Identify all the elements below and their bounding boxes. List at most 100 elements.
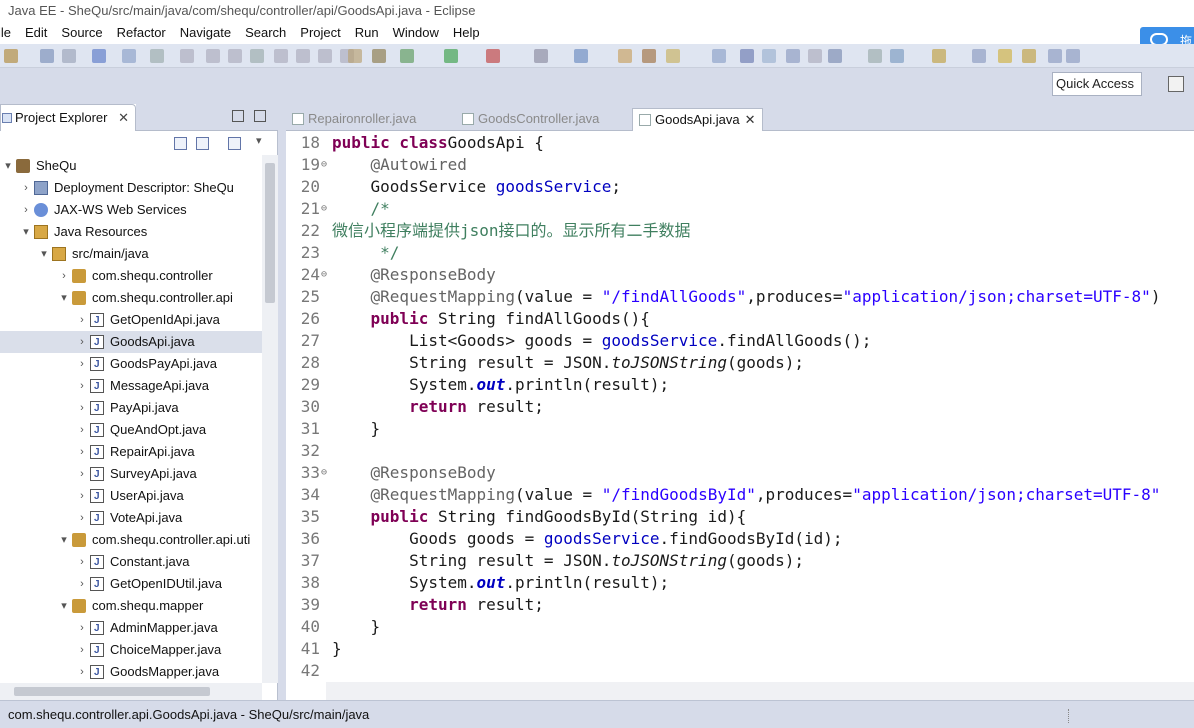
toolbar-back-icon[interactable] <box>868 49 882 63</box>
collapsed-arrow-icon[interactable]: › <box>20 177 32 199</box>
toolbar-history-icon[interactable] <box>998 49 1012 63</box>
toolbar-save-all-icon[interactable] <box>62 49 76 63</box>
code-area[interactable]: 18 public classGoodsApi {19 ⊖ @Autowired 20… <box>286 132 1194 682</box>
tree-item[interactable]: › RepairApi.java <box>0 441 262 464</box>
toolbar-pin-icon[interactable] <box>808 49 822 63</box>
toolbar-bookmark-icon[interactable] <box>1022 49 1036 63</box>
menu-item-refactor[interactable]: Refactor <box>117 22 166 44</box>
tree-item[interactable]: › com.shequ.controller <box>0 265 262 287</box>
link-editor-icon[interactable] <box>196 137 209 150</box>
expanded-arrow-icon[interactable]: ▾ <box>58 287 70 309</box>
tree-item[interactable]: ▾ Java Resources <box>0 221 262 243</box>
tree-item[interactable]: › Constant.java <box>0 551 262 574</box>
toolbar-prev-edit-icon[interactable] <box>932 49 946 63</box>
tree-item[interactable]: ▾ src/main/java <box>0 243 262 265</box>
tree-item[interactable]: › JAX-WS Web Services <box>0 199 262 221</box>
close-icon[interactable]: ✕ <box>118 105 129 131</box>
tree-item[interactable]: ▾ com.shequ.controller.api.uti <box>0 529 262 551</box>
expanded-arrow-icon[interactable]: ▾ <box>38 243 50 265</box>
tree-item[interactable]: › QueAndOpt.java <box>0 419 262 442</box>
collapsed-arrow-icon[interactable]: › <box>76 573 88 595</box>
collapsed-arrow-icon[interactable]: › <box>76 485 88 507</box>
menu-item-navigate[interactable]: Navigate <box>180 22 231 44</box>
toolbar-annotation-icon[interactable] <box>740 49 754 63</box>
tree-item[interactable]: › PayApi.java <box>0 397 262 420</box>
toolbar-profile-icon[interactable] <box>574 49 588 63</box>
editor-tab[interactable]: GoodsController.java <box>456 108 599 131</box>
view-menu-icon[interactable]: ▾ <box>256 134 269 147</box>
menu-item-window[interactable]: Window <box>393 22 439 44</box>
fold-toggle-icon[interactable]: ⊖ <box>321 462 331 484</box>
toolbar-skip-icon[interactable] <box>206 49 220 63</box>
fold-toggle-icon[interactable]: ⊖ <box>321 264 331 286</box>
fold-toggle-icon[interactable]: ⊖ <box>321 198 331 220</box>
editor-tab[interactable]: GoodsApi.java ✕ <box>632 108 763 131</box>
editor-tab[interactable]: Repaironroller.java <box>286 108 416 131</box>
toolbar-new-icon[interactable] <box>4 49 18 63</box>
collapsed-arrow-icon[interactable]: › <box>76 507 88 529</box>
collapsed-arrow-icon[interactable]: › <box>20 199 32 221</box>
toolbar-toggle-icon[interactable] <box>1048 49 1062 63</box>
toolbar-nav-icon[interactable] <box>1066 49 1080 63</box>
collapsed-arrow-icon[interactable]: › <box>76 639 88 661</box>
open-perspective-icon[interactable] <box>1168 76 1184 92</box>
tree-item[interactable]: › VoteApi.java <box>0 507 262 530</box>
collapsed-arrow-icon[interactable]: › <box>76 617 88 639</box>
tree-item[interactable]: › UserApi.java <box>0 485 262 508</box>
collapsed-arrow-icon[interactable]: › <box>76 551 88 573</box>
toolbar-run-ext-icon[interactable] <box>444 49 458 63</box>
collapse-all-icon[interactable] <box>174 137 187 150</box>
tree-item[interactable]: › GoodsApi.java <box>0 331 262 354</box>
toolbar-run-icon[interactable] <box>400 49 414 63</box>
close-icon[interactable]: ✕ <box>745 109 756 131</box>
tree-item[interactable]: › GetOpenIdApi.java <box>0 309 262 332</box>
toolbar-coverage-icon[interactable] <box>486 49 500 63</box>
toolbar-next-icon[interactable] <box>762 49 776 63</box>
toolbar-hierarchy-icon[interactable] <box>712 49 726 63</box>
collapsed-arrow-icon[interactable]: › <box>76 375 88 397</box>
toolbar-new-class-icon[interactable] <box>642 49 656 63</box>
minimize-icon[interactable] <box>232 110 244 122</box>
toolbar-open-task-icon[interactable] <box>666 49 680 63</box>
explorer-horizontal-scrollbar[interactable] <box>0 683 262 700</box>
expanded-arrow-icon[interactable]: ▾ <box>58 595 70 617</box>
collapsed-arrow-icon[interactable]: › <box>76 419 88 441</box>
explorer-vertical-scrollbar[interactable] <box>262 155 278 683</box>
toolbar-step-over-icon[interactable] <box>296 49 310 63</box>
toolbar-save-icon[interactable] <box>40 49 54 63</box>
toolbar-external-tools-icon[interactable] <box>534 49 548 63</box>
toolbar-step-icon[interactable] <box>274 49 288 63</box>
filter-icon[interactable] <box>228 137 241 150</box>
collapsed-arrow-icon[interactable]: › <box>76 397 88 419</box>
collapsed-arrow-icon[interactable]: › <box>58 265 70 287</box>
tree-item[interactable]: › GoodsPayApi.java <box>0 353 262 376</box>
fold-toggle-icon[interactable]: ⊖ <box>321 154 331 176</box>
menu-item-ile[interactable]: ile <box>0 22 11 44</box>
menu-item-edit[interactable]: Edit <box>25 22 47 44</box>
tree-item[interactable]: › GoodsMapper.java <box>0 661 262 683</box>
collapsed-arrow-icon[interactable]: › <box>76 441 88 463</box>
toolbar-debug-run-icon[interactable] <box>372 49 386 63</box>
tree-item[interactable]: › SurveyApi.java <box>0 463 262 486</box>
toolbar-forward-icon[interactable] <box>890 49 904 63</box>
tree-item[interactable]: ▾ com.shequ.mapper <box>0 595 262 617</box>
collapsed-arrow-icon[interactable]: › <box>76 353 88 375</box>
toolbar-debug-icon[interactable] <box>180 49 194 63</box>
menu-item-run[interactable]: Run <box>355 22 379 44</box>
tree-item[interactable]: ▾ SheQu <box>0 155 262 177</box>
tree-item[interactable]: › ChoiceMapper.java <box>0 639 262 662</box>
menu-item-help[interactable]: Help <box>453 22 480 44</box>
collapsed-arrow-icon[interactable]: › <box>76 331 88 353</box>
explorer-hscroll-thumb[interactable] <box>14 687 210 696</box>
toolbar-new-package-icon[interactable] <box>618 49 632 63</box>
tree-item[interactable]: › AdminMapper.java <box>0 617 262 640</box>
toolbar-open-type-icon[interactable] <box>122 49 136 63</box>
menu-item-source[interactable]: Source <box>61 22 102 44</box>
toolbar-stop-icon[interactable] <box>228 49 242 63</box>
explorer-scroll-thumb[interactable] <box>265 163 275 303</box>
toolbar-prev-icon[interactable] <box>786 49 800 63</box>
expanded-arrow-icon[interactable]: ▾ <box>20 221 32 243</box>
menu-item-project[interactable]: Project <box>300 22 340 44</box>
toolbar-step-return-icon[interactable] <box>318 49 332 63</box>
expanded-arrow-icon[interactable]: ▾ <box>2 155 14 177</box>
